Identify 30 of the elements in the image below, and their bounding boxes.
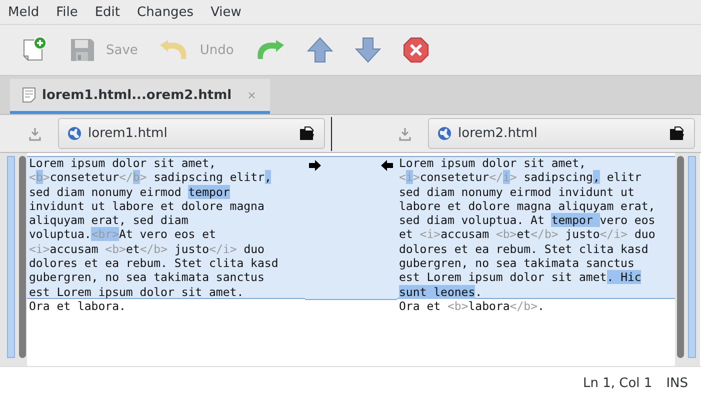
scrollbar[interactable] xyxy=(19,156,26,358)
up-arrow-icon xyxy=(306,36,334,64)
document-tab[interactable]: lorem1.html...orem2.html × xyxy=(10,79,270,114)
cursor-position: Ln 1, Col 1 xyxy=(582,376,652,391)
menu-item[interactable]: File xyxy=(56,4,78,20)
down-arrow-icon xyxy=(354,36,382,64)
menu-item[interactable]: Changes xyxy=(137,4,194,20)
code-line: Ora et labora. xyxy=(28,298,127,314)
file-chooser-button[interactable]: lorem2.html xyxy=(428,118,695,149)
code-line: Ora et <b>labora</b>. xyxy=(398,298,546,314)
open-folder-icon xyxy=(669,126,686,141)
menu-item[interactable]: View xyxy=(210,4,242,20)
new-file-icon xyxy=(20,36,48,64)
right-arrow-icon[interactable] xyxy=(309,160,321,171)
insert-mode: INS xyxy=(666,376,688,391)
stop-icon xyxy=(402,36,430,64)
diff-overview-bar[interactable] xyxy=(7,156,15,358)
globe-icon xyxy=(67,126,82,141)
left-arrow-icon[interactable] xyxy=(381,160,393,171)
menu-item[interactable]: Edit xyxy=(94,4,120,20)
open-folder-icon xyxy=(299,126,316,141)
save-down-icon[interactable] xyxy=(28,126,42,140)
scrollbar[interactable] xyxy=(677,156,684,358)
tab-title: lorem1.html...orem2.html xyxy=(42,88,232,102)
file-chooser-button[interactable]: lorem1.html xyxy=(58,118,325,149)
menu-item[interactable]: Meld xyxy=(8,4,40,20)
diff-overview-bar[interactable] xyxy=(688,156,696,358)
document-icon xyxy=(22,87,36,103)
save-down-icon[interactable] xyxy=(398,126,412,140)
globe-icon xyxy=(437,126,452,141)
